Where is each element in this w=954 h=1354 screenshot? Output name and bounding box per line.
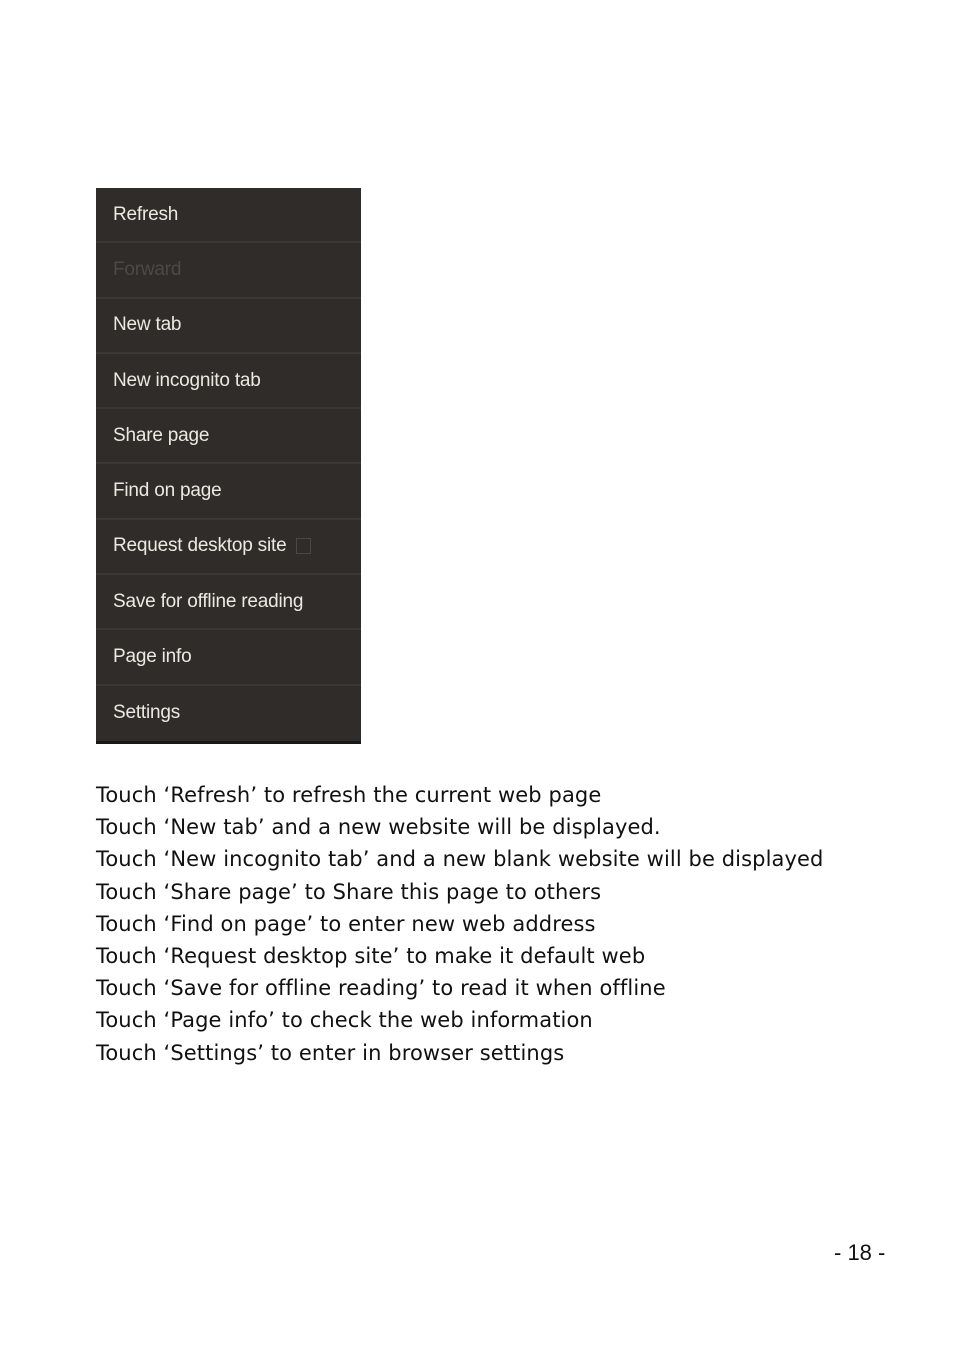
instruction-line: Touch ‘New tab’ and a new website will b… — [96, 815, 661, 840]
menu-item-label: Refresh — [113, 203, 179, 225]
menu-item-label: Share page — [113, 424, 210, 446]
instruction-line: Touch ‘Request desktop site’ to make it … — [96, 944, 646, 969]
menu-item-label: Request desktop site — [113, 535, 287, 557]
menu-item-new-tab[interactable]: New tab — [96, 299, 361, 354]
menu-item-settings[interactable]: Settings — [96, 686, 361, 741]
instruction-line: Touch ‘Refresh’ to refresh the current w… — [96, 783, 602, 807]
instruction-line: Touch ‘New incognito tab’ and a new blan… — [96, 847, 824, 872]
menu-item-label: Find on page — [113, 480, 222, 502]
menu-item-find-on-page[interactable]: Find on page — [96, 464, 361, 520]
instruction-line: Touch ‘Find on page’ to enter new web ad… — [96, 911, 596, 936]
menu-item-share-page[interactable]: Share page — [96, 409, 361, 465]
instruction-line: Touch ‘Share page’ to Share this page to… — [96, 879, 602, 904]
instructions-text: Touch ‘Refresh’ to refresh the current w… — [96, 779, 823, 1069]
instruction-line: Touch ‘Save for offline reading’ to read… — [96, 976, 666, 1001]
menu-item-label: Page info — [113, 646, 192, 668]
menu-item-label: New incognito tab — [113, 369, 261, 391]
menu-item-label: New tab — [113, 314, 182, 336]
menu-item-request-desktop-site[interactable]: Request desktop site — [96, 520, 361, 576]
menu-item-refresh[interactable]: Refresh — [96, 188, 361, 244]
menu-item-save-offline[interactable]: Save for offline reading — [96, 575, 361, 631]
menu-item-forward: Forward — [96, 243, 361, 299]
instruction-line: Touch ‘Settings’ to enter in browser set… — [96, 1040, 565, 1065]
instruction-line: Touch ‘Page info’ to check the web infor… — [96, 1008, 593, 1033]
menu-item-page-info[interactable]: Page info — [96, 630, 361, 686]
browser-options-menu: Refresh Forward New tab New incognito ta… — [96, 188, 361, 744]
menu-item-label: Forward — [113, 258, 182, 280]
menu-item-label: Save for offline reading — [113, 590, 304, 612]
menu-item-label: Settings — [113, 702, 181, 724]
menu-item-new-incognito-tab[interactable]: New incognito tab — [96, 354, 361, 410]
page-number: - 18 - — [834, 1240, 886, 1265]
desktop-site-checkbox[interactable] — [296, 538, 312, 555]
